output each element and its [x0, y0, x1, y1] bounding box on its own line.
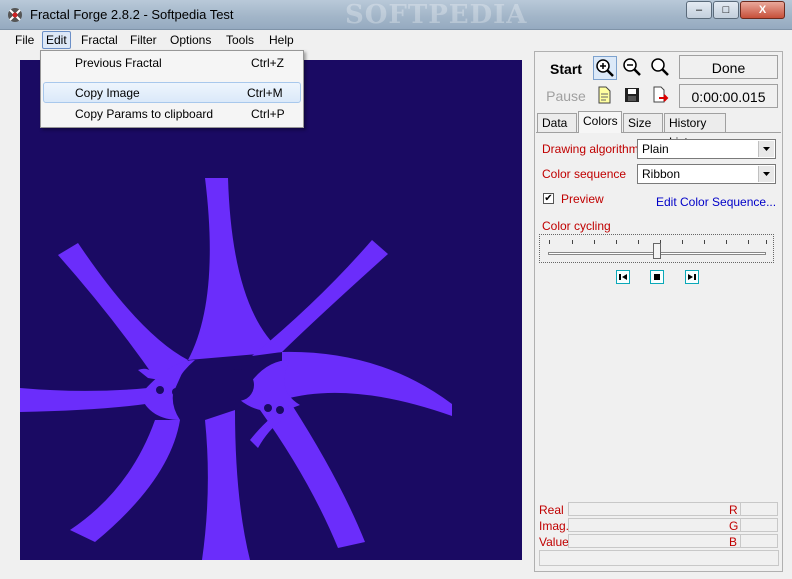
- b-label: B: [729, 535, 738, 549]
- zoom-reset-button[interactable]: [649, 56, 673, 80]
- edit-dropdown-menu: Previous Fractal Ctrl+Z Copy Image Ctrl+…: [40, 50, 304, 128]
- color-cycling-slider[interactable]: [539, 234, 774, 263]
- b-field: [740, 534, 778, 548]
- imag-label: Imag.: [539, 519, 570, 533]
- step-back-button[interactable]: [616, 270, 630, 284]
- zoom-out-icon: [623, 58, 641, 76]
- menu-file[interactable]: File: [12, 32, 37, 48]
- step-back-icon: [619, 274, 627, 280]
- menu-help[interactable]: Help: [266, 32, 297, 48]
- menu-item-copy-image[interactable]: Copy Image Ctrl+M: [43, 82, 301, 103]
- color-sequence-value: Ribbon: [642, 167, 681, 181]
- fractal-canvas[interactable]: [20, 60, 522, 560]
- menu-item-shortcut: Ctrl+M: [247, 86, 283, 100]
- edit-color-sequence-link[interactable]: Edit Color Sequence...: [656, 195, 776, 209]
- r-field: [740, 502, 778, 516]
- new-document-icon: [598, 86, 611, 104]
- chevron-down-icon[interactable]: [758, 166, 774, 182]
- color-cycling-label: Color cycling: [542, 219, 611, 233]
- zoom-out-button[interactable]: [621, 56, 645, 80]
- tab-data[interactable]: Data: [537, 113, 577, 132]
- elapsed-time: 0:00:00.015: [679, 84, 778, 108]
- fractal-hole: [184, 366, 212, 394]
- maximize-button[interactable]: □: [713, 1, 739, 19]
- export-icon: [653, 86, 669, 103]
- fractal-image: [20, 60, 522, 560]
- menu-options[interactable]: Options: [167, 32, 214, 48]
- export-button[interactable]: [649, 84, 673, 108]
- tab-strip: Data Colors Size History List: [537, 111, 781, 149]
- menu-item-label: Copy Image: [75, 86, 140, 100]
- fractal-hole: [156, 386, 164, 394]
- fractal-hole: [276, 406, 284, 414]
- status-bar-field: [539, 550, 779, 566]
- colors-tab-panel: [536, 132, 781, 493]
- preview-label: Preview: [561, 192, 604, 206]
- tab-history-list[interactable]: History List: [664, 113, 726, 149]
- window-title: Fractal Forge 2.8.2 - Softpedia Test: [30, 7, 234, 22]
- fractal-hole: [264, 404, 272, 412]
- new-document-button[interactable]: [593, 84, 617, 108]
- color-sequence-select[interactable]: Ribbon: [637, 164, 776, 184]
- zoom-in-icon: [596, 59, 614, 77]
- save-button[interactable]: [621, 84, 645, 108]
- menu-edit[interactable]: Edit: [42, 31, 71, 49]
- value-label: Value: [539, 535, 569, 549]
- menu-item-copy-params[interactable]: Copy Params to clipboard Ctrl+P: [43, 104, 301, 125]
- preview-checkbox[interactable]: ✔: [543, 193, 554, 204]
- start-button[interactable]: Start: [544, 55, 588, 83]
- stop-icon: [654, 274, 660, 280]
- color-sequence-label: Color sequence: [542, 167, 627, 181]
- drawing-algorithm-select[interactable]: Plain: [637, 139, 776, 159]
- r-label: R: [729, 503, 738, 517]
- magnifier-icon: [651, 58, 669, 76]
- zoom-in-button[interactable]: [593, 56, 617, 80]
- status-text: Done: [679, 55, 778, 79]
- save-icon: [625, 88, 639, 102]
- app-icon[interactable]: [6, 6, 24, 24]
- real-label: Real: [539, 503, 564, 517]
- fractal-hole: [222, 369, 254, 401]
- drawing-algorithm-value: Plain: [642, 142, 669, 156]
- menu-item-shortcut: Ctrl+Z: [251, 56, 284, 70]
- menu-item-label: Previous Fractal: [75, 56, 162, 70]
- g-label: G: [729, 519, 739, 533]
- fractal-background: [20, 60, 522, 560]
- close-button[interactable]: X: [740, 1, 785, 19]
- title-bar[interactable]: Fractal Forge 2.8.2 - Softpedia Test SOF…: [0, 0, 792, 30]
- tab-colors[interactable]: Colors: [578, 111, 622, 133]
- watermark: SOFTPEDIA: [345, 0, 528, 30]
- menu-fractal[interactable]: Fractal: [78, 32, 121, 48]
- slider-thumb[interactable]: [653, 243, 661, 259]
- minimize-button[interactable]: ‒: [686, 1, 712, 19]
- drawing-algorithm-label: Drawing algorithm: [542, 142, 639, 156]
- menu-item-previous-fractal[interactable]: Previous Fractal Ctrl+Z: [43, 53, 301, 74]
- menu-bar: File Edit Fractal Filter Options Tools H…: [0, 30, 792, 50]
- step-forward-icon: [688, 274, 696, 280]
- menu-tools[interactable]: Tools: [223, 32, 257, 48]
- menu-item-label: Copy Params to clipboard: [75, 107, 214, 121]
- menu-item-shortcut: Ctrl+P: [251, 107, 285, 121]
- stop-button[interactable]: [650, 270, 664, 284]
- step-forward-button[interactable]: [685, 270, 699, 284]
- fractal-hole: [172, 388, 180, 396]
- menu-filter[interactable]: Filter: [127, 32, 160, 48]
- pause-button[interactable]: Pause: [544, 84, 588, 108]
- chevron-down-icon[interactable]: [758, 141, 774, 157]
- g-field: [740, 518, 778, 532]
- tab-size[interactable]: Size: [623, 113, 663, 132]
